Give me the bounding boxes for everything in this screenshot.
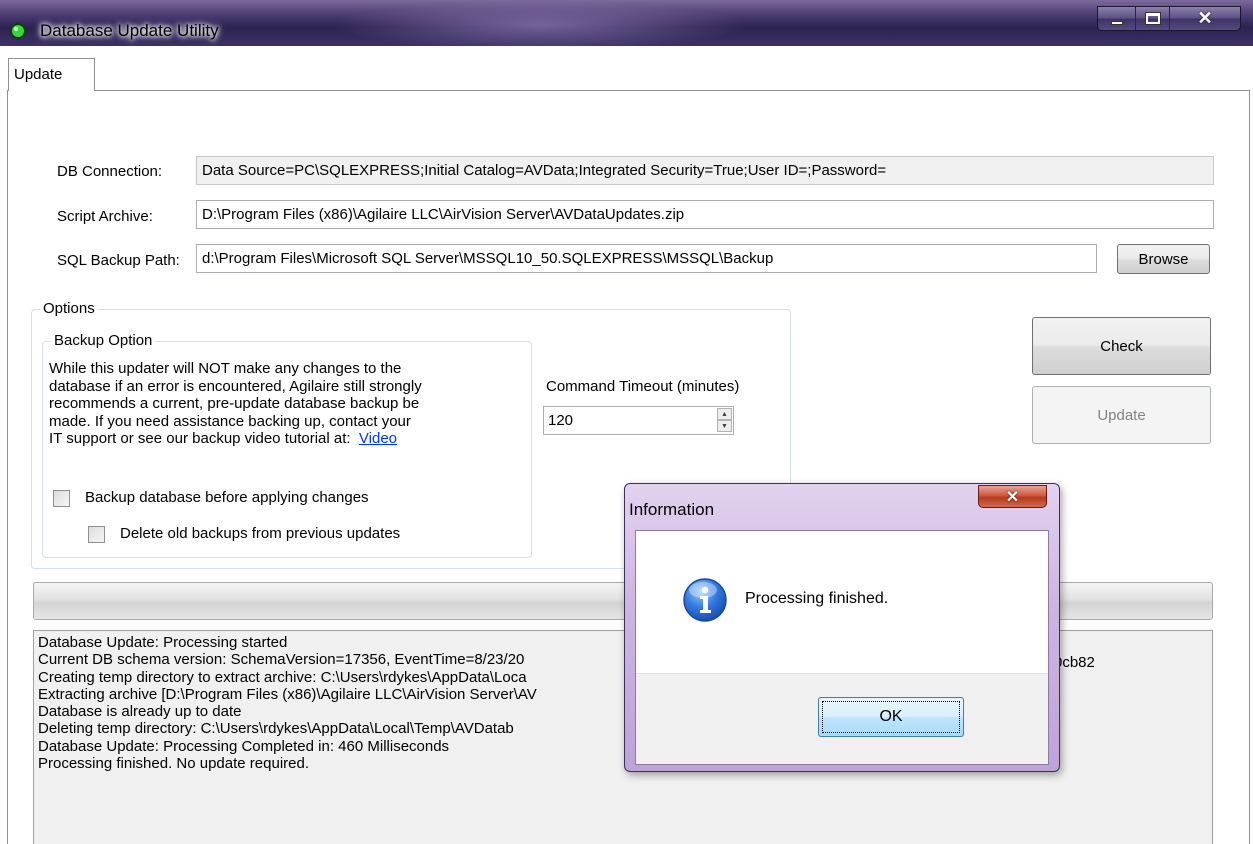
title-bar[interactable]: Database Update Utility ✕ bbox=[0, 0, 1253, 46]
command-timeout-spin-buttons: ▲ ▼ bbox=[717, 408, 732, 433]
backup-database-checkbox-label[interactable]: Backup database before applying changes bbox=[85, 489, 369, 506]
db-connection-field[interactable]: Data Source=PC\SQLEXPRESS;Initial Catalo… bbox=[196, 156, 1214, 185]
window-title: Database Update Utility bbox=[40, 21, 219, 40]
spin-up-icon[interactable]: ▲ bbox=[717, 408, 732, 420]
delete-old-backups-checkbox[interactable] bbox=[88, 526, 105, 543]
command-timeout-label: Command Timeout (minutes) bbox=[546, 378, 740, 395]
backup-database-checkbox[interactable] bbox=[53, 490, 70, 507]
backup-description-last-line: IT support or see our backup video tutor… bbox=[49, 430, 422, 448]
ok-button-label: OK bbox=[879, 708, 903, 725]
browse-button[interactable]: Browse bbox=[1117, 244, 1210, 274]
backup-description-line: IT support or see our backup video tutor… bbox=[49, 430, 351, 447]
backup-description-line: made. If you need assistance backing up,… bbox=[49, 412, 411, 430]
dialog-client-area: Processing finished. OK bbox=[635, 530, 1049, 765]
app-icon bbox=[9, 22, 27, 40]
backup-description-line: database if an error is encountered, Agi… bbox=[49, 377, 422, 395]
close-icon: ✕ bbox=[1197, 8, 1213, 28]
update-button-label: Update bbox=[1097, 406, 1146, 424]
db-connection-label: DB Connection: bbox=[57, 163, 163, 180]
command-timeout-value: 120 bbox=[548, 412, 574, 429]
minimize-icon bbox=[1110, 21, 1123, 25]
backup-description: While this updater will NOT make any cha… bbox=[49, 360, 422, 448]
options-legend: Options bbox=[40, 300, 98, 317]
delete-old-backups-checkbox-label[interactable]: Delete old backups from previous updates bbox=[120, 525, 400, 542]
browse-button-label: Browse bbox=[1138, 250, 1189, 268]
close-icon: ✕ bbox=[1005, 488, 1020, 506]
command-timeout-stepper[interactable]: 120 ▲ ▼ bbox=[543, 406, 734, 435]
minimize-button[interactable] bbox=[1098, 7, 1136, 30]
backup-option-group: Backup Option While this updater will NO… bbox=[42, 332, 532, 558]
maximize-button[interactable] bbox=[1136, 7, 1170, 30]
script-archive-value: D:\Program Files (x86)\Agilaire LLC\AirV… bbox=[202, 206, 685, 223]
dialog-title: Information bbox=[629, 500, 715, 519]
sql-backup-path-value: d:\Program Files\Microsoft SQL Server\MS… bbox=[202, 250, 774, 267]
spin-down-icon[interactable]: ▼ bbox=[717, 420, 732, 432]
sql-backup-path-label: SQL Backup Path: bbox=[57, 252, 180, 269]
ok-button[interactable]: OK bbox=[818, 697, 964, 737]
script-archive-label: Script Archive: bbox=[57, 208, 153, 225]
sql-backup-path-field[interactable]: d:\Program Files\Microsoft SQL Server\MS… bbox=[196, 244, 1097, 273]
tab-update[interactable]: Update bbox=[8, 58, 95, 91]
backup-option-legend: Backup Option bbox=[51, 332, 156, 349]
maximize-icon bbox=[1145, 13, 1160, 24]
check-button[interactable]: Check bbox=[1032, 317, 1211, 375]
update-button[interactable]: Update bbox=[1032, 386, 1211, 444]
script-archive-field[interactable]: D:\Program Files (x86)\Agilaire LLC\AirV… bbox=[196, 200, 1214, 229]
video-link[interactable]: Video bbox=[359, 430, 397, 447]
window-controls: ✕ bbox=[1097, 6, 1241, 31]
info-icon bbox=[683, 578, 727, 622]
backup-description-line: While this updater will NOT make any cha… bbox=[49, 360, 402, 377]
db-connection-value: Data Source=PC\SQLEXPRESS;Initial Catalo… bbox=[202, 162, 887, 179]
close-button[interactable]: ✕ bbox=[1170, 7, 1240, 30]
log-line-fragment: 0cb82 bbox=[1054, 654, 1095, 671]
tab-update-label: Update bbox=[14, 66, 63, 83]
backup-description-line: recommends a current, pre-update databas… bbox=[49, 395, 420, 412]
check-button-label: Check bbox=[1100, 337, 1143, 355]
dialog-message: Processing finished. bbox=[745, 590, 889, 607]
dialog-close-button[interactable]: ✕ bbox=[978, 485, 1047, 508]
information-dialog[interactable]: Information ✕ Processing finished. OK bbox=[624, 483, 1060, 772]
